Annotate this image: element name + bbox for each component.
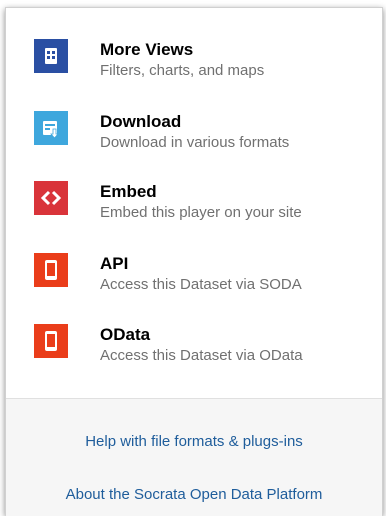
menu-item-description: Filters, charts, and maps [100,62,265,79]
download-icon [34,111,68,145]
menu-item-title: More Views [100,40,194,59]
menu-item-description: Access this Dataset via SODA [100,276,302,293]
help-file-formats-link[interactable]: Help with file formats & plugs-ins [6,433,382,450]
menu-item-more-views[interactable]: More Views Filters, charts, and maps [34,39,374,99]
embed-icon [34,181,68,215]
phone-icon [34,253,68,287]
more-views-popup: More Views Filters, charts, and maps Dow… [5,7,383,516]
about-socrata-link[interactable]: About the Socrata Open Data Platform [6,486,382,503]
menu-item-description: Embed this player on your site [100,204,302,221]
menu-item-download[interactable]: Download Download in various formats [34,111,374,171]
menu-item-title: Download [100,112,182,131]
footer: Help with file formats & plugs-ins About… [6,399,382,516]
menu-item-description: Download in various formats [100,134,290,151]
menu-item-title: Embed [100,182,157,201]
menu-item-embed[interactable]: Embed Embed this player on your site [34,181,374,241]
menu-item-title: API [100,254,129,273]
menu-item-odata[interactable]: OData Access this Dataset via OData [34,324,374,384]
more-views-icon [34,39,68,73]
phone-icon [34,324,68,358]
menu-item-api[interactable]: API Access this Dataset via SODA [34,253,374,313]
menu-item-title: OData [100,325,151,344]
menu-item-description: Access this Dataset via OData [100,347,303,364]
